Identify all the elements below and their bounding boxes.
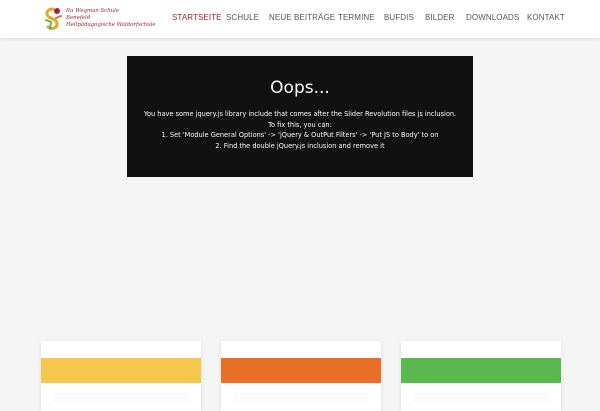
card-color-bar xyxy=(401,358,561,383)
site-header: Ita Wegman Schule Benefeld Heilpädagogis… xyxy=(0,0,600,38)
nav-item-kontakt[interactable]: KONTAKT xyxy=(527,13,565,22)
nav-item-downloads[interactable]: DOWNLOADS xyxy=(466,13,519,22)
card-color-bar xyxy=(221,358,381,383)
nav-item-termine[interactable]: TERMINE xyxy=(338,13,375,22)
feature-card[interactable] xyxy=(41,341,201,411)
error-title: Oops... xyxy=(270,78,330,98)
nav-item-startseite[interactable]: STARTSEITE xyxy=(172,13,222,22)
feature-card[interactable] xyxy=(221,341,381,411)
slider-error-box: Oops... You have some jquery.js library … xyxy=(127,56,473,177)
feature-card[interactable] xyxy=(401,341,561,411)
nav-item-schule[interactable]: SCHULE xyxy=(226,13,259,22)
card-content xyxy=(53,393,189,403)
error-line: To fix this, you can: xyxy=(268,120,332,129)
error-line: 2. Find the double jQuery.js inclusion a… xyxy=(215,141,385,150)
card-content xyxy=(413,393,549,403)
nav-item-neue-beitraege[interactable]: NEUE BEITRÄGE xyxy=(269,13,335,22)
card-content xyxy=(233,393,369,403)
error-line: 1. Set 'Module General Options' -> 'jQue… xyxy=(161,131,439,139)
card-color-bar xyxy=(41,358,201,383)
main-nav: STARTSEITE SCHULE NEUE BEITRÄGE TERMINE … xyxy=(0,0,600,38)
error-line: You have some jquery.js library include … xyxy=(143,110,457,118)
nav-item-bufdis[interactable]: BUFDIS xyxy=(384,13,414,22)
error-message: You have some jquery.js library include … xyxy=(127,109,473,151)
nav-item-bilder[interactable]: BILDER xyxy=(425,13,455,22)
